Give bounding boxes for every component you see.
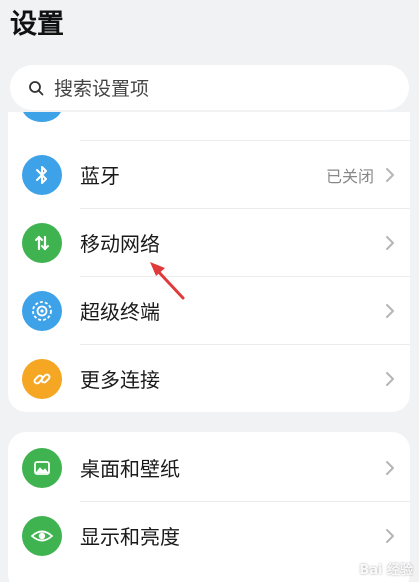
chevron-right-icon — [386, 460, 394, 475]
settings-item-label: 移动网络 — [80, 232, 160, 256]
chevron-right-icon — [386, 235, 394, 250]
link-icon — [22, 358, 62, 399]
chevron-right-icon — [386, 167, 394, 182]
search-icon — [29, 80, 44, 95]
settings-item-wallpaper[interactable]: 桌面和壁纸 — [8, 434, 410, 501]
settings-item-label: 更多连接 — [80, 368, 160, 392]
eye-icon — [22, 515, 62, 556]
settings-item-label: 蓝牙 — [80, 164, 120, 188]
previous-item-icon-peek — [22, 112, 62, 122]
bluetooth-icon — [22, 154, 62, 195]
settings-item-mobile-network[interactable]: 移动网络 — [8, 209, 410, 276]
settings-screen: 设置 搜索设置项 蓝牙 已关闭 移动网络 超级终端 更多连接 桌面和壁纸 显示和… — [0, 0, 419, 582]
chevron-right-icon — [386, 528, 394, 543]
settings-item-display-brightness[interactable]: 显示和亮度 — [8, 502, 410, 569]
settings-item-bluetooth[interactable]: 蓝牙 已关闭 — [8, 141, 410, 208]
settings-group-display: 桌面和壁纸 显示和亮度 — [8, 432, 410, 582]
settings-item-more-connections[interactable]: 更多连接 — [8, 345, 410, 412]
bluetooth-status: 已关闭 — [325, 166, 374, 186]
watermark-logo: Bai 经验 — [359, 563, 413, 578]
settings-group-connections: 蓝牙 已关闭 移动网络 超级终端 更多连接 — [8, 112, 410, 412]
settings-item-label: 显示和亮度 — [80, 525, 180, 549]
settings-item-label: 桌面和壁纸 — [80, 457, 180, 481]
mobile-network-icon — [22, 222, 62, 263]
annotation-arrow-icon — [150, 262, 185, 300]
chevron-right-icon — [386, 371, 394, 386]
super-device-icon — [22, 290, 62, 331]
page-title: 设置 — [10, 9, 64, 40]
chevron-right-icon — [386, 303, 394, 318]
wallpaper-icon — [22, 447, 62, 488]
settings-item-super-device[interactable]: 超级终端 — [8, 277, 410, 344]
search-placeholder: 搜索设置项 — [54, 78, 150, 100]
search-bar[interactable]: 搜索设置项 — [10, 65, 409, 110]
